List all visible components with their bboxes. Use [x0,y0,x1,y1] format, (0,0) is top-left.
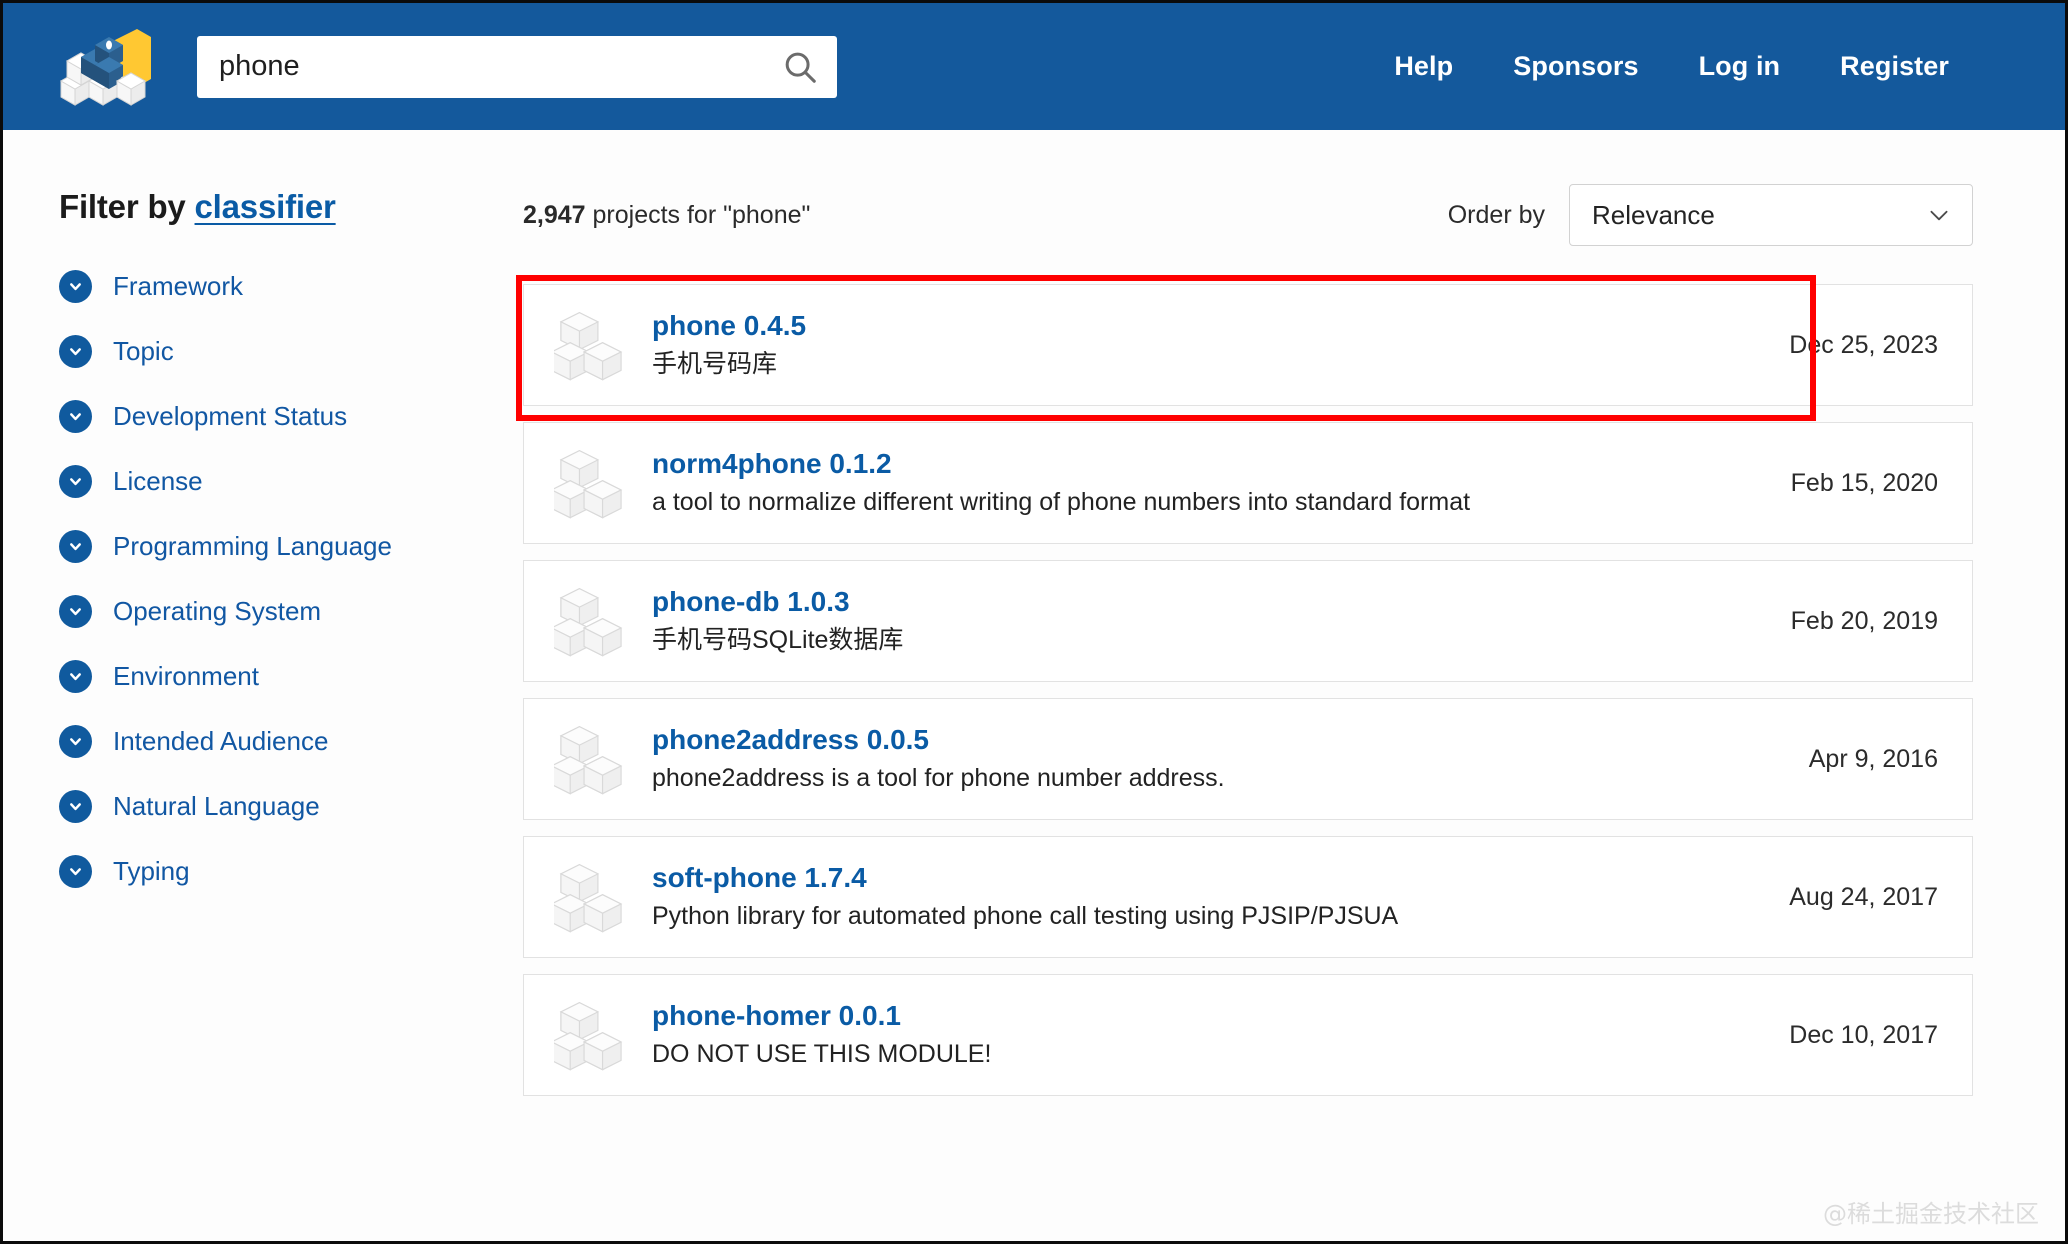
project-name: phone 0.4.5 [652,310,807,342]
project-date: Feb 15, 2020 [1790,468,1938,497]
sidebar-item-operating-system[interactable]: Operating System [59,595,459,628]
project-date: Dec 10, 2017 [1789,1020,1938,1049]
results-count: 2,947 projects for "phone" [523,201,810,230]
sidebar-item-label: Framework [113,271,244,301]
watermark: @稀土掘金技术社区 [1823,1200,2039,1228]
chevron-down-icon [59,725,92,758]
project-info: phone 0.4.5 手机号码库 [652,310,807,379]
sidebar-item-label: Typing [113,856,190,886]
order-by-value: Relevance [1592,199,1715,230]
package-cube-icon [554,449,623,519]
chevron-down-icon [59,595,92,628]
sidebar-item-intended-audience[interactable]: Intended Audience [59,725,459,758]
chevron-down-icon [59,530,92,563]
classifier-filter-list: Framework Topic Development Status Licen… [59,270,459,888]
project-card[interactable]: soft-phone 1.7.4 Python library for auto… [523,836,1973,958]
chevron-down-icon [59,335,92,368]
project-date: Apr 9, 2016 [1808,744,1938,773]
chevron-down-icon [1926,202,1952,228]
project-description: 手机号码SQLite数据库 [652,625,904,654]
sidebar-item-typing[interactable]: Typing [59,855,459,888]
sidebar-item-label: Topic [113,336,174,366]
sidebar-item-label: Intended Audience [113,726,329,756]
nav-link-register[interactable]: Register [1810,51,1979,82]
page-content: Filter by classifier Framework Topic Dev… [3,130,2065,1241]
sidebar-item-license[interactable]: License [59,465,459,498]
project-card[interactable]: phone-db 1.0.3 手机号码SQLite数据库 Feb 20, 201… [523,560,1973,682]
sidebar-item-programming-language[interactable]: Programming Language [59,530,459,563]
search-bar [197,35,837,98]
order-by-label: Order by [1447,200,1545,229]
project-description: DO NOT USE THIS MODULE! [652,1039,992,1068]
project-date: Feb 20, 2019 [1790,606,1938,635]
pypi-logo-icon[interactable] [51,25,155,109]
browser-page: Help Sponsors Log in Register Filter by … [0,0,2068,1244]
project-info: norm4phone 0.1.2 a tool to normalize dif… [652,448,1471,517]
sidebar-item-framework[interactable]: Framework [59,270,459,303]
nav-link-login[interactable]: Log in [1669,51,1811,82]
project-card[interactable]: phone2address 0.0.5 phone2address is a t… [523,698,1973,820]
site-header: Help Sponsors Log in Register [3,3,2065,130]
order-by-select[interactable]: Relevance [1569,184,1973,246]
sidebar-item-label: Environment [113,661,259,691]
project-card[interactable]: phone 0.4.5 手机号码库 Dec 25, 2023 [516,275,1973,421]
chevron-down-icon [59,855,92,888]
filter-title-prefix: Filter by [59,188,195,225]
sidebar-item-label: Programming Language [113,531,392,561]
sidebar-item-topic[interactable]: Topic [59,335,459,368]
results-count-number: 2,947 [523,200,586,229]
project-list: phone 0.4.5 手机号码库 Dec 25, 2023 norm4phon… [516,275,1973,1096]
search-input[interactable] [197,35,837,98]
search-icon [785,52,816,83]
sidebar-item-natural-language[interactable]: Natural Language [59,790,459,823]
project-info: phone2address 0.0.5 phone2address is a t… [652,724,1225,793]
project-info: phone-homer 0.0.1 DO NOT USE THIS MODULE… [652,1000,992,1069]
filter-sidebar: Filter by classifier Framework Topic Dev… [3,130,459,1241]
project-name: phone-homer 0.0.1 [652,1000,901,1032]
primary-nav: Help Sponsors Log in Register [1364,51,2065,82]
package-cube-icon [554,311,623,381]
project-date: Dec 25, 2023 [1789,330,1938,359]
package-cube-icon [554,863,623,933]
chevron-down-icon [59,400,92,433]
sidebar-item-label: Development Status [113,401,348,431]
chevron-down-icon [59,270,92,303]
package-cube-icon [554,587,623,657]
sidebar-item-label: License [113,466,203,496]
nav-link-sponsors[interactable]: Sponsors [1483,51,1668,82]
results-header: 2,947 projects for "phone" Order by Rele… [523,182,1973,248]
sidebar-item-development-status[interactable]: Development Status [59,400,459,433]
nav-link-help[interactable]: Help [1364,51,1483,82]
project-info: soft-phone 1.7.4 Python library for auto… [652,862,1399,931]
project-info: phone-db 1.0.3 手机号码SQLite数据库 [652,586,904,655]
project-name: phone-db 1.0.3 [652,586,850,618]
project-description: phone2address is a tool for phone number… [652,763,1225,792]
sidebar-item-environment[interactable]: Environment [59,660,459,693]
package-cube-icon [554,725,623,795]
project-description: a tool to normalize different writing of… [652,487,1471,516]
chevron-down-icon [59,790,92,823]
project-card[interactable]: norm4phone 0.1.2 a tool to normalize dif… [523,422,1973,544]
search-results: 2,947 projects for "phone" Order by Rele… [459,130,2065,1241]
search-button[interactable] [769,36,831,98]
package-cube-icon [554,1001,623,1071]
filter-sidebar-title: Filter by classifier [59,188,459,226]
sidebar-item-label: Natural Language [113,791,320,821]
classifier-link[interactable]: classifier [195,188,336,225]
sidebar-item-label: Operating System [113,596,322,626]
project-name: soft-phone 1.7.4 [652,862,867,894]
project-name: phone2address 0.0.5 [652,724,930,756]
project-date: Aug 24, 2017 [1789,882,1938,911]
order-by-control: Order by Relevance [1448,184,1973,246]
results-count-suffix: projects for "phone" [585,200,811,229]
project-card[interactable]: phone-homer 0.0.1 DO NOT USE THIS MODULE… [523,974,1973,1096]
project-name: norm4phone 0.1.2 [652,448,892,480]
chevron-down-icon [59,465,92,498]
chevron-down-icon [59,660,92,693]
project-description: 手机号码库 [652,349,778,378]
project-description: Python library for automated phone call … [652,901,1399,930]
